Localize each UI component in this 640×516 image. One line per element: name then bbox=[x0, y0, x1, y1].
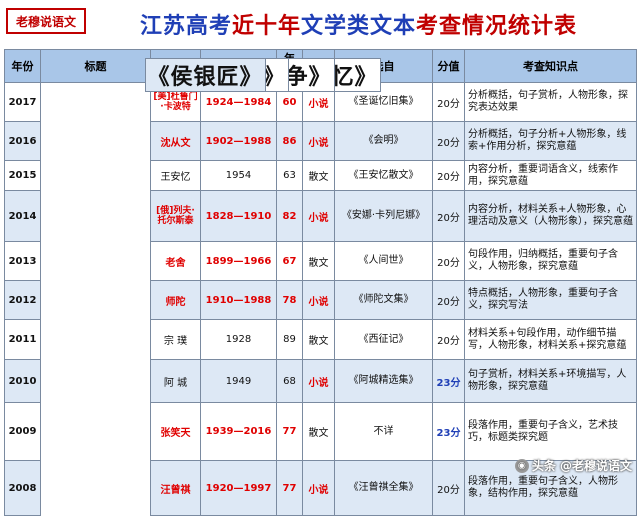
type-cell: 小说 bbox=[302, 280, 335, 320]
year-cell: 2009 bbox=[4, 402, 41, 461]
score-cell: 20分 bbox=[432, 460, 465, 516]
born-cell: 1828—1910 bbox=[200, 190, 277, 242]
table-row: 2011《这是你的战争》宗 璞192889散文《西征记》20分材料关系+句段作用… bbox=[4, 57, 637, 360]
year-cell: 2016 bbox=[4, 121, 41, 161]
score-cell: 20分 bbox=[432, 121, 465, 161]
source-cell: 《人间世》 bbox=[334, 241, 433, 281]
table-row: 2014《安娜之死》[俄]列夫·托尔斯泰1828—191082小说《安娜·卡列尼… bbox=[4, 57, 637, 242]
year-cell: 2015 bbox=[4, 160, 41, 191]
born-cell: 1954 bbox=[200, 160, 277, 191]
age-cell: 63 bbox=[276, 160, 303, 191]
author-badge: 老穆说语文 bbox=[6, 8, 86, 34]
score-cell: 20分 bbox=[432, 241, 465, 281]
toutiao-logo-icon: ◉ bbox=[514, 458, 529, 473]
points-cell: 材料关系+句段作用，动作细节描写，人物形象，材料关系+探究意蕴 bbox=[464, 319, 637, 360]
year-cell: 2008 bbox=[4, 460, 41, 516]
type-cell: 小说 bbox=[302, 460, 335, 516]
table-row: 2016《会明》沈从文1902—198886小说《会明》20分分析概括，句子分析… bbox=[4, 57, 637, 161]
age-cell: 78 bbox=[276, 280, 303, 320]
year-cell: 2010 bbox=[4, 359, 41, 403]
title-part-4: 考查情况统计表 bbox=[416, 14, 578, 39]
born-cell: 1928 bbox=[200, 319, 277, 360]
title-part-3: 文学类文本 bbox=[301, 14, 417, 39]
author-cell: 王安忆 bbox=[150, 160, 201, 191]
stats-table: 年份 标题 作者 出生时间 年龄 类型 选自 分值 考查知识点 2017《一个圣… bbox=[4, 49, 637, 516]
table-row: 2012《邮差先生》师陀1910—198878小说《师陀文集》20分特点概括，人… bbox=[4, 57, 637, 320]
score-cell: 23分 bbox=[432, 402, 465, 461]
age-cell: 82 bbox=[276, 190, 303, 242]
points-cell: 分析概括，句子赏析，人物形象，探究表达效果 bbox=[464, 82, 637, 122]
points-cell: 内容分析，重要词语含义，线索作用，探究意蕴 bbox=[464, 160, 637, 191]
col-header-year: 年份 bbox=[4, 49, 41, 83]
col-header-points: 考查知识点 bbox=[464, 49, 637, 83]
col-header-score: 分值 bbox=[432, 49, 465, 83]
points-cell: 内容分析，材料关系+人物形象，心理活动及意义（人物形象），探究意蕴 bbox=[464, 190, 637, 242]
source-cell: 《师陀文集》 bbox=[334, 280, 433, 320]
type-cell: 散文 bbox=[302, 160, 335, 191]
year-cell: 2014 bbox=[4, 190, 41, 242]
watermark-text: 头条 @老穆说语文 bbox=[531, 459, 632, 473]
year-cell: 2011 bbox=[4, 319, 41, 360]
author-cell: 沈从文 bbox=[150, 121, 201, 161]
born-cell: 1910—1988 bbox=[200, 280, 277, 320]
type-cell: 散文 bbox=[302, 319, 335, 360]
score-cell: 20分 bbox=[432, 319, 465, 360]
score-cell: 20分 bbox=[432, 160, 465, 191]
age-cell: 77 bbox=[276, 460, 303, 516]
source-cell: 《阿城精选集》 bbox=[334, 359, 433, 403]
author-cell: 阿 城 bbox=[150, 359, 201, 403]
born-cell: 1899—1966 bbox=[200, 241, 277, 281]
points-cell: 段落作用，重要句子含义，艺术技巧，标题类探究题 bbox=[464, 402, 637, 461]
points-cell: 句段作用，归纳概括，重要句子含义，人物形象，探究意蕴 bbox=[464, 241, 637, 281]
type-cell: 小说 bbox=[302, 190, 335, 242]
score-cell: 23分 bbox=[432, 359, 465, 403]
source-cell: 不详 bbox=[334, 402, 433, 461]
points-cell: 分析概括，句子分析+人物形象，线索+作用分析，探究意蕴 bbox=[464, 121, 637, 161]
born-cell: 1902—1988 bbox=[200, 121, 277, 161]
table-row: 2010《溜索》阿 城194968小说《阿城精选集》23分句子赏析，材料关系+环… bbox=[4, 57, 637, 403]
author-cell: 老舍 bbox=[150, 241, 201, 281]
age-cell: 89 bbox=[276, 319, 303, 360]
table-body: 2017《一个圣诞节的回忆》[美]杜鲁门·卡波特1924—198460小说《圣诞… bbox=[4, 57, 637, 516]
score-cell: 20分 bbox=[432, 82, 465, 122]
born-cell: 1949 bbox=[200, 359, 277, 403]
table-row: 2009《上善若水》张笑天1939—201677散文不详23分段落作用，重要句子… bbox=[4, 57, 637, 461]
author-cell: 张笑天 bbox=[150, 402, 201, 461]
points-cell: 特点概括，人物形象，重要句子含义，探究写法 bbox=[464, 280, 637, 320]
author-cell: 师陀 bbox=[150, 280, 201, 320]
points-cell: 句子赏析，材料关系+环境描写，人物形象，探究意蕴 bbox=[464, 359, 637, 403]
born-cell: 1939—2016 bbox=[200, 402, 277, 461]
author-cell: [俄]列夫·托尔斯泰 bbox=[150, 190, 201, 242]
score-cell: 20分 bbox=[432, 280, 465, 320]
source-cell: 《王安忆散文》 bbox=[334, 160, 433, 191]
score-cell: 20分 bbox=[432, 190, 465, 242]
table-row: 2013《何容何许人也》老舍1899—196667散文《人间世》20分句段作用，… bbox=[4, 57, 637, 281]
age-cell: 86 bbox=[276, 121, 303, 161]
watermark: ◉ 头条 @老穆说语文 bbox=[514, 457, 632, 474]
title-cell: 《侯银匠》 bbox=[144, 57, 266, 92]
year-cell: 2017 bbox=[4, 82, 41, 122]
born-cell: 1920—1997 bbox=[200, 460, 277, 516]
source-cell: 《安娜·卡列尼娜》 bbox=[334, 190, 433, 242]
year-cell: 2012 bbox=[4, 280, 41, 320]
type-cell: 散文 bbox=[302, 402, 335, 461]
author-cell: 汪曾祺 bbox=[150, 460, 201, 516]
type-cell: 小说 bbox=[302, 359, 335, 403]
type-cell: 小说 bbox=[302, 121, 335, 161]
age-cell: 67 bbox=[276, 241, 303, 281]
year-cell: 2013 bbox=[4, 241, 41, 281]
title-part-1: 江苏高考 bbox=[140, 14, 233, 39]
source-cell: 《会明》 bbox=[334, 121, 433, 161]
type-cell: 散文 bbox=[302, 241, 335, 281]
page-title: 江苏高考近十年文学类文本考查情况统计表 bbox=[140, 8, 577, 40]
author-cell: 宗 璞 bbox=[150, 319, 201, 360]
age-cell: 68 bbox=[276, 359, 303, 403]
table-row: 2015《比邻而居》王安忆195463散文《王安忆散文》20分内容分析，重要词语… bbox=[4, 57, 637, 191]
age-cell: 77 bbox=[276, 402, 303, 461]
col-header-title: 标题 bbox=[40, 49, 151, 83]
source-cell: 《汪曾祺全集》 bbox=[334, 460, 433, 516]
title-part-2: 近十年 bbox=[232, 14, 302, 39]
source-cell: 《西征记》 bbox=[334, 319, 433, 360]
